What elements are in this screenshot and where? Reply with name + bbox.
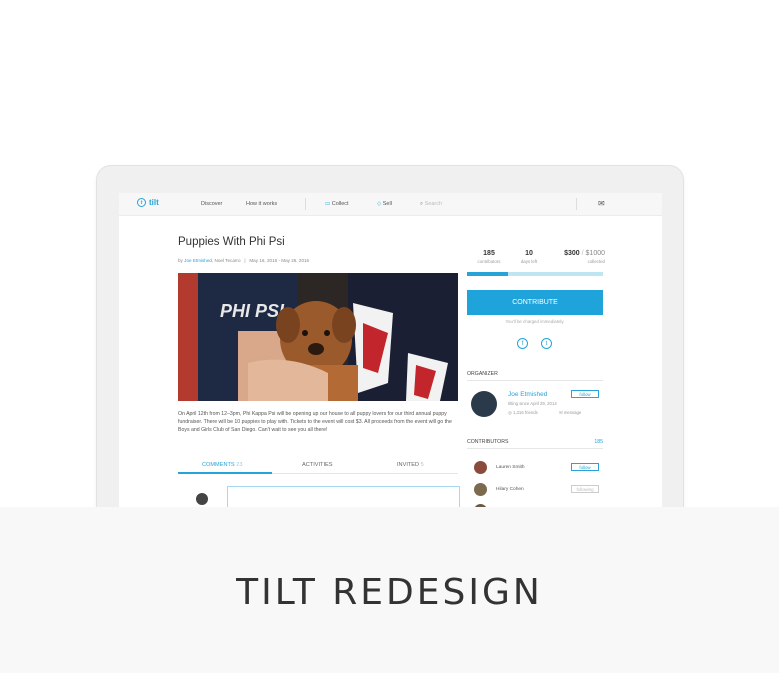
campaign-photo: PHI PSI: [178, 273, 458, 401]
project-headline: TILT REDESIGN: [236, 572, 543, 613]
contributors-heading: CONTRIBUTORS 185: [467, 439, 603, 449]
tab-invited[interactable]: INVITED 5: [397, 462, 424, 468]
organizer-link[interactable]: Joe Etmished: [184, 258, 212, 263]
organizer-follow-button[interactable]: follow: [571, 390, 599, 398]
contributor-avatar[interactable]: [474, 461, 487, 474]
funding-progress-bar: [467, 272, 603, 276]
charge-note: You'll be charged immediately.: [505, 319, 565, 324]
organizer-message[interactable]: ✉ message: [559, 410, 581, 416]
funding-progress-fill: [467, 272, 508, 276]
tab-activities[interactable]: ACTIVITIES: [302, 462, 332, 468]
organizer-friends: ◎ 1,316 friends: [508, 410, 538, 415]
organizer-heading: ORGANIZER: [467, 371, 603, 381]
stat-days-left: 10 days left: [520, 250, 538, 264]
tab-comments[interactable]: COMMENTS 23: [202, 462, 242, 468]
contributor-name[interactable]: Lauren Smith: [496, 465, 525, 470]
contribute-button[interactable]: CONTRIBUTE: [467, 290, 603, 315]
message-icon: ✉: [559, 410, 563, 415]
campaign-description: On April 12th from 12–3pm, Phi Kappa Psi…: [178, 411, 452, 433]
content-tabs: COMMENTS 23 ACTIVITIES INVITED 5: [178, 459, 458, 474]
contributor-name[interactable]: Hilary Cohen: [496, 487, 524, 492]
comment-user-avatar: [196, 493, 208, 505]
campaign-byline: by Joe Etmished, Noel Tecarro | May 16, …: [178, 258, 310, 263]
campaign-dates: May 16, 2016 - May 26, 2016: [249, 258, 310, 263]
stat-contributors: 185 contributors: [477, 250, 501, 264]
contributor-avatar[interactable]: [474, 483, 487, 496]
organizer-avatar[interactable]: [471, 391, 497, 417]
facebook-icon[interactable]: f: [517, 338, 528, 349]
comment-input[interactable]: [227, 486, 460, 507]
stat-collected: $300 / $1000 collected: [564, 250, 605, 264]
contributor-follow-button[interactable]: follow: [571, 463, 599, 471]
friends-icon: ◎: [508, 410, 512, 415]
tab-active-indicator: [178, 472, 272, 474]
svg-text:PHI PSI: PHI PSI: [220, 301, 285, 321]
campaign-title: Puppies With Phi Psi: [178, 236, 285, 248]
contributor-following-button[interactable]: following: [571, 485, 599, 493]
twitter-icon[interactable]: t: [541, 338, 552, 349]
organizer-name[interactable]: Joe Etmished: [508, 391, 547, 398]
page-content: Puppies With Phi Psi by Joe Etmished, No…: [119, 193, 662, 507]
organizer-since: tilting since April 29, 2014: [508, 401, 557, 406]
